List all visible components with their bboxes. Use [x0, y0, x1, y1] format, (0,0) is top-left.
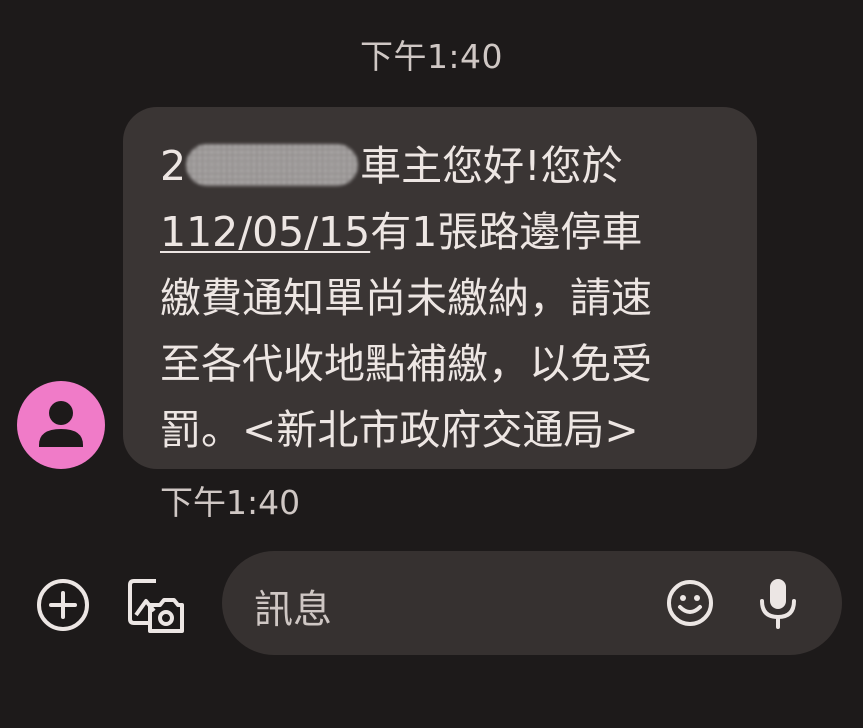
add-attachment-button[interactable]	[35, 577, 91, 633]
message-bubble[interactable]: 2 車主您好!您於 112/05/15有1張路邊停車 繳費通知單尚未繳納，請速 至…	[123, 107, 757, 469]
gallery-icon	[128, 579, 184, 633]
message-line-3: 繳費通知單尚未繳納，請速	[160, 274, 652, 322]
message-line-4: 至各代收地點補繳，以免受	[160, 340, 652, 388]
message-timestamp: 下午1:40	[160, 483, 301, 522]
date-link[interactable]: 112/05/15	[160, 208, 370, 256]
redacted-plate	[186, 144, 359, 186]
message-line-5: 罰。<新北市政府交通局>	[160, 406, 639, 454]
message-text: 有1張路邊停車	[370, 208, 643, 256]
voice-input-button[interactable]	[754, 575, 802, 631]
compose-bar[interactable]: 訊息	[222, 551, 842, 655]
message-line-1: 2 車主您好!您於	[160, 133, 737, 199]
person-icon	[39, 401, 83, 447]
message-text: 車主您好!您於	[360, 142, 623, 190]
gallery-button[interactable]	[126, 575, 186, 635]
emoji-button[interactable]	[664, 577, 716, 629]
message-text-prefix: 2	[160, 142, 187, 190]
conversation-timestamp: 下午1:40	[359, 37, 504, 76]
message-input[interactable]: 訊息	[254, 579, 332, 635]
microphone-icon	[760, 579, 796, 629]
message-line-2: 112/05/15有1張路邊停車	[160, 199, 737, 265]
emoji-icon	[667, 580, 713, 626]
contact-avatar[interactable]	[17, 381, 105, 469]
add-circle-icon	[37, 579, 89, 631]
